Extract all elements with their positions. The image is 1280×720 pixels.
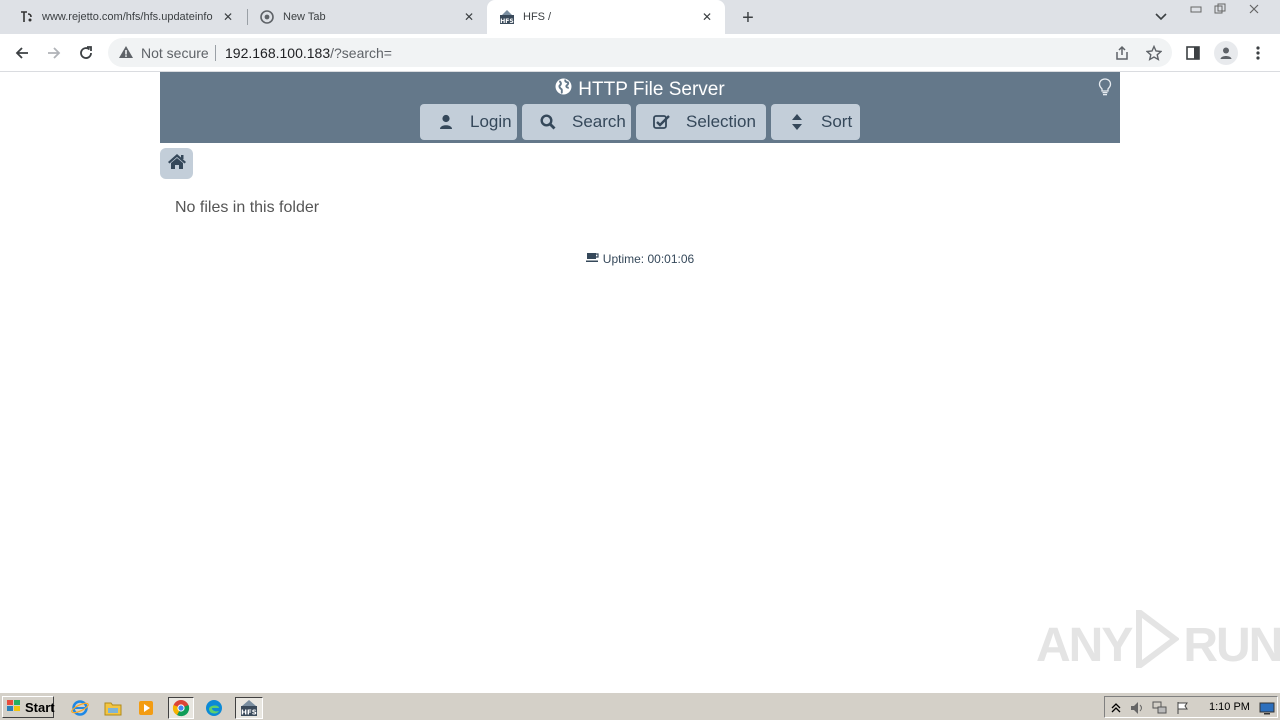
- windows-logo-icon: [6, 699, 22, 716]
- windows-taskbar: Start HFS 1:10 PM: [0, 692, 1280, 720]
- tab-hfs[interactable]: HFS HFS / ✕: [487, 0, 725, 34]
- chrome-icon: [259, 9, 275, 25]
- volume-icon[interactable]: [1129, 700, 1145, 716]
- hfs-title-text: HTTP File Server: [578, 78, 725, 100]
- anyrun-watermark: ANY RUN: [1036, 606, 1280, 680]
- login-button[interactable]: Login: [420, 104, 517, 140]
- selection-label: Selection: [686, 112, 756, 131]
- restore-icon[interactable]: [1209, 1, 1231, 17]
- tray-expand-icon[interactable]: [1108, 700, 1124, 716]
- play-logo-icon: [1135, 606, 1181, 680]
- forward-icon[interactable]: [42, 41, 66, 65]
- search-label: Search: [572, 112, 626, 131]
- tab-title: HFS /: [523, 11, 552, 23]
- lightbulb-theme-icon[interactable]: [1098, 78, 1112, 96]
- checkbox-icon: [652, 112, 672, 132]
- rejetto-favicon-icon: [18, 9, 34, 25]
- uptime-footer: Uptime: 00:01:06: [0, 252, 1280, 266]
- watermark-right-text: RUN: [1183, 618, 1280, 672]
- security-label[interactable]: Not secure: [141, 45, 209, 61]
- hfs-header: HTTP File Server Login Search Selection: [160, 72, 1120, 143]
- bookmark-star-icon[interactable]: [1145, 44, 1163, 62]
- file-explorer-icon[interactable]: [102, 697, 124, 719]
- taskbar-clock[interactable]: 1:10 PM: [1209, 701, 1250, 713]
- uptime-text: Uptime: 00:01:06: [602, 252, 695, 266]
- system-tray: 1:10 PM: [1104, 696, 1278, 718]
- chrome-taskbar-icon[interactable]: [168, 697, 194, 719]
- internet-explorer-icon[interactable]: [69, 697, 91, 719]
- tab-search-dropdown-icon[interactable]: [1151, 9, 1171, 25]
- media-player-icon[interactable]: [135, 697, 157, 719]
- user-icon: [436, 112, 456, 132]
- hfs-favicon-icon: HFS: [499, 9, 515, 25]
- web-page: HTTP File Server Login Search Selection: [0, 72, 1280, 692]
- url-path: /?search=: [330, 45, 392, 61]
- browser-toolbar: Not secure 192.168.100.183/?search=: [0, 34, 1280, 72]
- hfs-taskbar-icon[interactable]: HFS: [235, 697, 263, 719]
- tab-title: www.rejetto.com/hfs/hfs.updateinfo: [42, 11, 213, 23]
- kebab-menu-icon[interactable]: [1248, 43, 1268, 63]
- globe-icon: [555, 78, 572, 101]
- close-tab-icon[interactable]: ✕: [699, 9, 715, 25]
- svg-text:HFS: HFS: [500, 18, 513, 25]
- svg-text:HFS: HFS: [241, 709, 257, 717]
- search-icon: [538, 112, 558, 132]
- warning-icon[interactable]: [118, 44, 134, 60]
- empty-folder-message: No files in this folder: [175, 199, 320, 216]
- home-icon: [167, 153, 187, 175]
- profile-avatar-icon[interactable]: [1214, 41, 1238, 65]
- edge-icon[interactable]: [203, 697, 225, 719]
- url-text[interactable]: 192.168.100.183/?search=: [225, 45, 392, 61]
- sort-label: Sort: [821, 112, 853, 131]
- sort-icon: [787, 112, 807, 132]
- close-tab-icon[interactable]: ✕: [461, 9, 477, 25]
- minimize-icon[interactable]: [1185, 1, 1207, 17]
- reload-icon[interactable]: [74, 41, 98, 65]
- action-center-flag-icon[interactable]: [1175, 700, 1191, 716]
- share-icon[interactable]: [1113, 44, 1131, 62]
- tab-title: New Tab: [283, 11, 326, 23]
- back-icon[interactable]: [10, 41, 34, 65]
- close-tab-icon[interactable]: ✕: [220, 9, 236, 25]
- tab-rejetto[interactable]: www.rejetto.com/hfs/hfs.updateinfo ✕: [0, 0, 246, 34]
- omnibox-divider: [215, 45, 216, 61]
- start-button[interactable]: Start: [2, 696, 55, 718]
- sort-button[interactable]: Sort: [771, 104, 860, 140]
- page-title: HTTP File Server: [160, 78, 1120, 101]
- address-bar[interactable]: Not secure 192.168.100.183/?search=: [108, 38, 1172, 67]
- side-panel-icon[interactable]: [1183, 43, 1203, 63]
- selection-button[interactable]: Selection: [636, 104, 766, 140]
- coffee-icon: [585, 252, 599, 266]
- watermark-left-text: ANY: [1036, 618, 1133, 672]
- browser-tab-strip: www.rejetto.com/hfs/hfs.updateinfo ✕ New…: [0, 0, 1280, 34]
- show-desktop-icon[interactable]: [1259, 700, 1275, 716]
- start-label: Start: [25, 699, 55, 715]
- url-host: 192.168.100.183: [225, 45, 331, 61]
- tab-new-tab[interactable]: New Tab ✕: [241, 0, 487, 34]
- new-tab-button[interactable]: +: [737, 7, 759, 29]
- close-window-icon[interactable]: [1241, 1, 1267, 17]
- home-button[interactable]: [160, 148, 193, 179]
- search-button[interactable]: Search: [522, 104, 631, 140]
- network-icon[interactable]: [1152, 700, 1168, 716]
- login-label: Login: [470, 112, 512, 131]
